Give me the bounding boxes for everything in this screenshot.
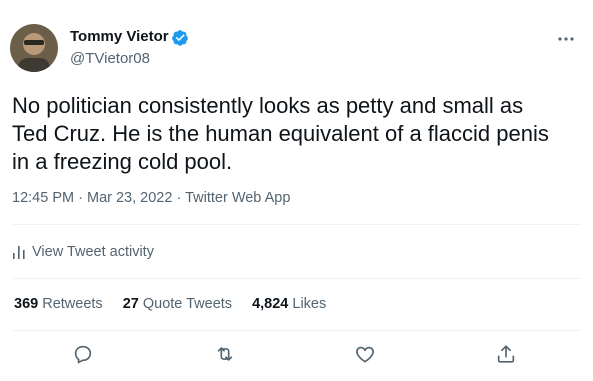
tweet-stats: 369 Retweets 27 Quote Tweets 4,824 Likes	[14, 296, 346, 312]
divider	[12, 330, 581, 331]
tweet-meta: 12:45 PM · Mar 23, 2022 · Twitter Web Ap…	[12, 190, 290, 206]
divider	[12, 224, 581, 225]
bar-chart-icon	[13, 246, 25, 259]
share-button[interactable]	[495, 343, 517, 365]
retweet-button[interactable]	[214, 343, 236, 365]
activity-label: View Tweet activity	[32, 244, 154, 260]
divider	[12, 278, 581, 279]
view-activity-button[interactable]: View Tweet activity	[12, 242, 154, 262]
verified-badge-icon	[172, 30, 188, 46]
tweet-date[interactable]: Mar 23, 2022	[87, 190, 172, 206]
likes-count: 4,824	[252, 296, 289, 312]
retweets-count: 369	[14, 296, 39, 312]
quotes-label: Quote Tweets	[142, 296, 233, 312]
tweet-source[interactable]: Twitter Web App	[185, 190, 290, 206]
likes-label: Likes	[292, 296, 327, 312]
meta-separator: ·	[78, 190, 83, 206]
more-dots-icon[interactable]	[556, 34, 576, 44]
share-icon	[497, 345, 515, 363]
reply-button[interactable]	[72, 343, 94, 365]
tweet-text: No politician consistently looks as pett…	[12, 93, 549, 174]
author-name[interactable]: Tommy Vietor	[70, 28, 169, 45]
heart-icon	[356, 346, 374, 363]
quote-tweets-stat[interactable]: 27 Quote Tweets	[123, 296, 232, 312]
author-handle[interactable]: @TVietor08	[70, 50, 150, 67]
retweets-stat[interactable]: 369 Retweets	[14, 296, 103, 312]
retweets-label: Retweets	[42, 296, 103, 312]
reply-icon	[74, 345, 92, 364]
likes-stat[interactable]: 4,824 Likes	[252, 296, 326, 312]
meta-separator: ·	[176, 190, 182, 206]
avatar[interactable]	[10, 24, 58, 72]
quotes-count: 27	[122, 296, 139, 312]
retweet-icon	[217, 347, 233, 361]
tweet-time[interactable]: 12:45 PM	[12, 190, 74, 206]
like-button[interactable]	[354, 343, 376, 365]
tweet-card: Tommy Vietor @TVietor08 No politician co…	[0, 0, 593, 381]
